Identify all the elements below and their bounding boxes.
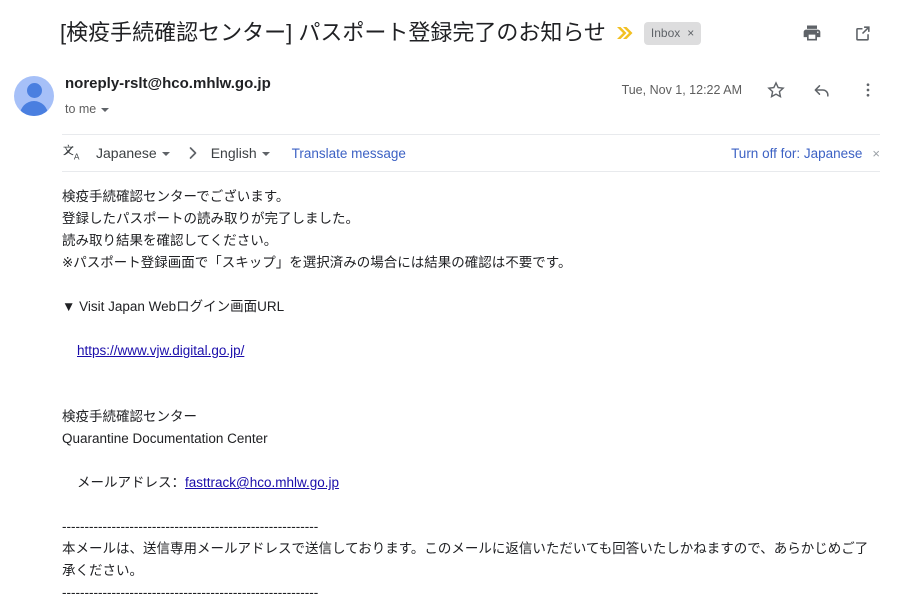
avatar-person-icon <box>26 83 42 98</box>
chevron-down-icon <box>101 108 110 112</box>
recipient-toggle[interactable]: to me <box>65 100 110 118</box>
message-timestamp: Tue, Nov 1, 12:22 AM <box>621 83 742 97</box>
language-direction-arrow-icon <box>187 146 199 160</box>
chevron-down-icon <box>261 152 270 156</box>
body-line-4: ※パスポート登録画面で「スキップ」を選択済みの場合には結果の確認は不要です。 <box>62 255 572 270</box>
signature-email-link[interactable]: fasttrack@hco.mhlw.go.jp <box>185 475 339 490</box>
source-language-selector[interactable]: Japanese <box>96 145 170 161</box>
source-language-label: Japanese <box>96 145 157 161</box>
url-section-heading: ▼ Visit Japan Webログイン画面URL <box>62 299 285 314</box>
subject-header: [検疫手続確認センター] パスポート登録完了のお知らせ Inbox × <box>0 0 902 60</box>
print-icon[interactable] <box>800 21 824 45</box>
label-chip-remove-icon[interactable]: × <box>687 27 694 39</box>
body-line-1: 検疫手続確認センターでございます。 <box>62 189 290 204</box>
sender-email[interactable]: noreply-rslt@hco.mhlw.go.jp <box>65 72 622 94</box>
close-icon[interactable]: × <box>872 146 880 161</box>
translate-bar: 文 A Japanese English Translate message T… <box>62 134 880 172</box>
recipient-label: to me <box>65 102 97 116</box>
message-body: 検疫手続確認センターでございます。 登録したパスポートの読み取りが完了しました。… <box>0 172 902 604</box>
avatar-person-body <box>20 101 48 116</box>
footer-disclaimer: 本メールは、送信専用メールアドレスで送信しております。このメールに返信いただいて… <box>62 541 869 578</box>
body-spacer-2 <box>62 384 880 406</box>
reply-icon[interactable] <box>810 78 834 102</box>
svg-text:文: 文 <box>63 143 74 157</box>
signature-name-jp: 検疫手続確認センター <box>62 409 197 424</box>
signature-email-label: メールアドレス： <box>77 475 186 490</box>
more-vertical-icon[interactable] <box>856 78 880 102</box>
body-spacer-1 <box>62 274 880 296</box>
translate-icon: 文 A <box>62 142 84 164</box>
double-chevron-important-icon[interactable] <box>616 26 633 40</box>
sender-info: noreply-rslt@hco.mhlw.go.jp to me <box>65 72 622 118</box>
chevron-down-icon <box>161 152 170 156</box>
avatar <box>14 76 54 116</box>
svg-text:A: A <box>74 152 80 162</box>
body-line-3: 読み取り結果を確認してください。 <box>62 233 278 248</box>
sender-meta: Tue, Nov 1, 12:22 AM <box>622 72 880 102</box>
sender-header: noreply-rslt@hco.mhlw.go.jp to me Tue, N… <box>0 60 902 118</box>
vjw-login-url-link[interactable]: https://www.vjw.digital.go.jp/ <box>77 343 244 358</box>
separator-top: ----------------------------------------… <box>62 519 319 534</box>
vjw-login-url-row: https://www.vjw.digital.go.jp/ <box>62 318 880 384</box>
label-chip-text: Inbox <box>650 25 681 40</box>
translate-message-button[interactable]: Translate message <box>292 146 406 161</box>
target-language-selector[interactable]: English <box>211 145 270 161</box>
open-in-new-window-icon[interactable] <box>850 21 874 45</box>
page-title: [検疫手続確認センター] パスポート登録完了のお知らせ <box>60 20 606 45</box>
signature-name-en: Quarantine Documentation Center <box>62 431 268 446</box>
turn-off-translation-button[interactable]: Turn off for: Japanese <box>731 146 862 161</box>
separator-bottom: ----------------------------------------… <box>62 585 319 600</box>
body-line-2: 登録したパスポートの読み取りが完了しました。 <box>62 211 359 226</box>
target-language-label: English <box>210 145 257 161</box>
star-icon[interactable] <box>764 78 788 102</box>
label-chip-inbox[interactable]: Inbox × <box>643 21 702 45</box>
header-actions <box>800 21 880 45</box>
signature-email-row: メールアドレス：fasttrack@hco.mhlw.go.jp <box>62 450 880 516</box>
